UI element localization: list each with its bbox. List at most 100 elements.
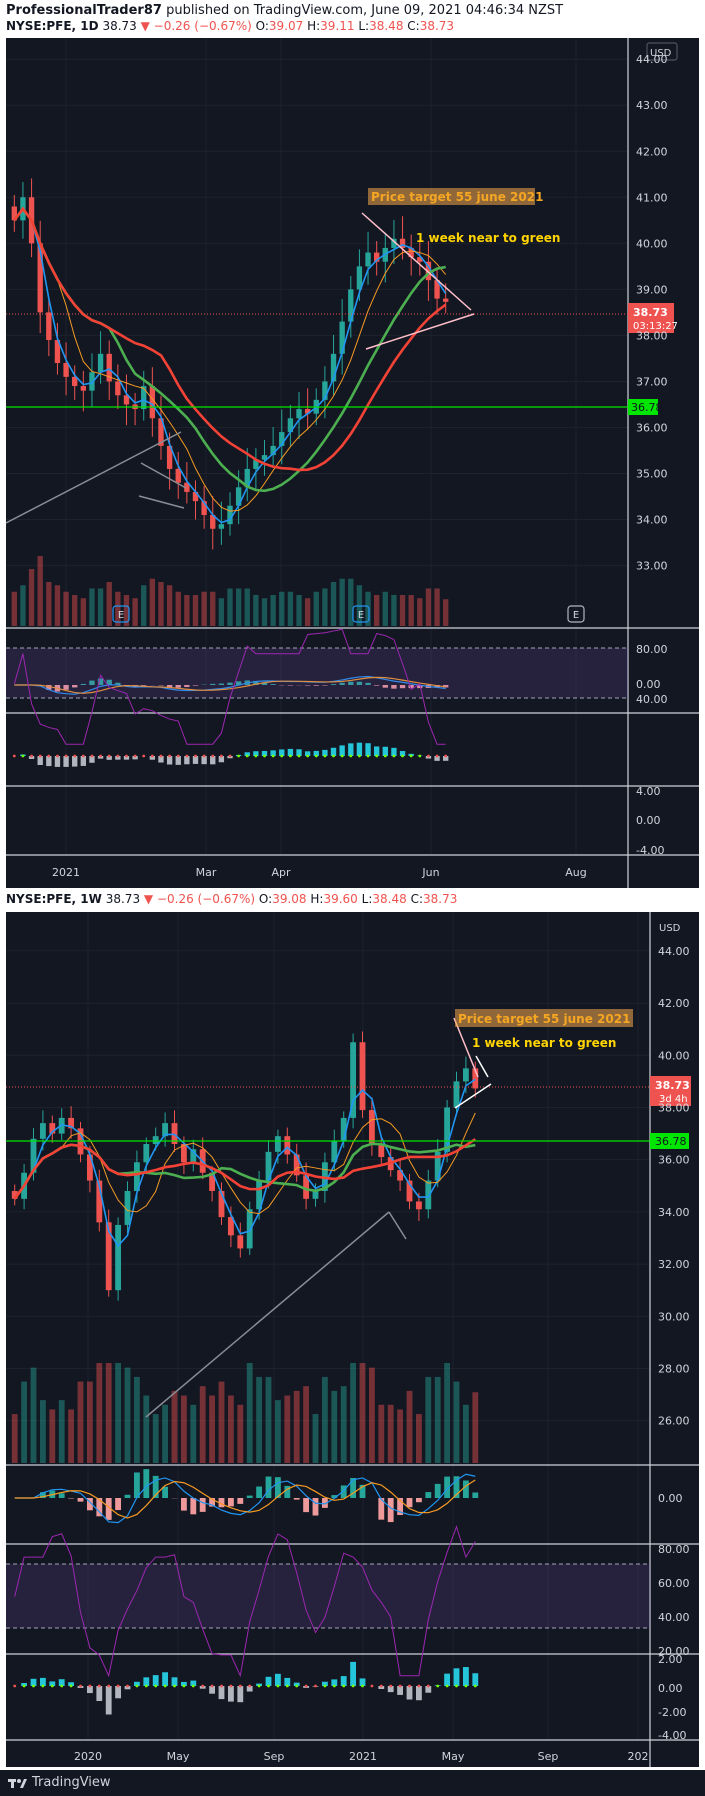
- y-tick-label: 30.00: [658, 1310, 690, 1323]
- osc-dot: [210, 1684, 214, 1688]
- osc-dot: [280, 754, 284, 758]
- osc-dot: [436, 1684, 440, 1688]
- volume-bar: [373, 595, 380, 626]
- osc-dot: [295, 1684, 299, 1688]
- volume-bar: [227, 1395, 234, 1463]
- chart1-low: 38.48: [369, 19, 404, 33]
- sub-tick-label: 80.00: [658, 1543, 690, 1556]
- macd-hist-bar: [434, 1483, 441, 1498]
- macd-hist-bar: [180, 1498, 187, 1511]
- y-tick-label: 35.00: [636, 468, 668, 481]
- volume-bar: [49, 1409, 56, 1463]
- osc-dot: [47, 754, 51, 758]
- chart2-legend: NYSE:PFE, 1W 38.73 ▼ −0.26 (−0.67%) O:39…: [6, 892, 457, 906]
- osc-dot: [116, 1684, 120, 1688]
- osc-dot: [297, 754, 301, 758]
- osc-dot: [314, 754, 318, 758]
- osc-dot: [194, 754, 197, 758]
- chart2-level-label: 36.78: [655, 1135, 687, 1148]
- macd-hist-bar: [199, 1498, 206, 1512]
- sub-tick-label: -2.00: [658, 1706, 686, 1719]
- y-tick-label: 43.00: [636, 99, 668, 112]
- macd-hist-bar: [462, 1480, 469, 1498]
- y-tick-label: 41.00: [636, 191, 668, 204]
- macd-hist-bar: [77, 1498, 84, 1502]
- osc-dot: [144, 1684, 148, 1688]
- volume-bar: [11, 591, 17, 626]
- osc-bar: [80, 756, 87, 766]
- chart1-panel[interactable]: 36.78 38.73 03:13:27 USD 44.0043.0042.00…: [6, 38, 699, 888]
- macd-hist-bar: [237, 1498, 244, 1504]
- osc-bar: [115, 1686, 122, 1699]
- sub-tick-label: 0.00: [636, 678, 661, 691]
- osc-dot: [464, 1684, 468, 1688]
- y-tick-label: 42.00: [658, 997, 690, 1010]
- footer-brand[interactable]: TradingView: [32, 1775, 111, 1790]
- chart2-c-label: C:: [410, 892, 423, 906]
- sub-tick-label: 0.00: [658, 1682, 683, 1695]
- volume-bar: [166, 585, 173, 626]
- osc-bar: [274, 1673, 281, 1686]
- osc-dot: [408, 1684, 411, 1688]
- sub-tick-label: 40.00: [658, 1611, 690, 1624]
- x-tick-label: Sep: [264, 1750, 285, 1763]
- osc-dot: [107, 1684, 111, 1688]
- candle: [152, 1136, 159, 1145]
- x-tick-label: 2020: [74, 1750, 102, 1763]
- candle: [80, 386, 87, 391]
- volume-bar: [218, 1381, 225, 1463]
- volume-bar: [106, 582, 112, 626]
- chart2-panel[interactable]: 36.78 38.73 3d 4h USD 44.0042.0040.0038.…: [6, 912, 699, 1767]
- volume-bar: [175, 591, 181, 626]
- osc-dot: [358, 754, 361, 758]
- y-tick-label: 26.00: [658, 1415, 690, 1428]
- osc-dot: [88, 1684, 92, 1688]
- macd-hist-bar: [162, 1486, 169, 1498]
- volume-bar: [171, 1390, 178, 1463]
- candle: [274, 1136, 281, 1152]
- volume-bar: [30, 1367, 37, 1463]
- volume-bar: [270, 595, 276, 626]
- x-tick-label: 2021: [52, 866, 80, 879]
- osc-dot: [418, 754, 422, 758]
- y-tick-label: 32.00: [658, 1258, 690, 1271]
- volume-bar: [453, 1381, 460, 1463]
- osc-dot: [323, 754, 327, 758]
- chart1-symbol[interactable]: NYSE:PFE, 1D: [6, 19, 99, 33]
- candle: [39, 1123, 46, 1139]
- volume-bar: [77, 1381, 84, 1463]
- chart1-note-text: 1 week near to green: [416, 231, 560, 245]
- chart1-level-label: 36.78: [631, 401, 663, 414]
- candle: [175, 468, 181, 483]
- chart1-change: ▼ −0.26 (−0.67%): [140, 19, 252, 33]
- osc-dot: [444, 754, 448, 758]
- candle: [368, 1110, 375, 1145]
- candle: [462, 1068, 469, 1082]
- volume-bar: [444, 1363, 451, 1463]
- candle: [237, 1235, 244, 1249]
- osc-dot: [254, 754, 258, 758]
- earnings-marker-label: E: [573, 610, 579, 621]
- y-tick-label: 39.00: [636, 283, 668, 296]
- osc-dot: [401, 754, 404, 758]
- chart1-target-text: Price target 55 june 2021: [371, 190, 543, 204]
- volume-bar: [417, 598, 423, 626]
- candle: [227, 505, 233, 525]
- x-tick-label: May: [167, 1750, 190, 1763]
- chart2-symbol[interactable]: NYSE:PFE, 1W: [6, 892, 102, 906]
- osc-dot: [383, 754, 387, 758]
- osc-bar: [350, 1661, 357, 1686]
- chart2-target-text: Price target 55 june 2021: [458, 1012, 630, 1026]
- x-tick-label: Mar: [196, 866, 217, 879]
- volume-bar: [20, 585, 26, 626]
- volume-bar: [265, 1376, 272, 1463]
- macd-hist-bar: [246, 1495, 253, 1498]
- volume-bar: [115, 1363, 122, 1463]
- volume-bar: [472, 1392, 479, 1463]
- publisher-name[interactable]: ProfessionalTrader87: [6, 3, 162, 18]
- sub-tick-label: -4.00: [636, 844, 664, 857]
- osc-dot: [79, 1684, 82, 1688]
- volume-bar: [322, 588, 328, 626]
- osc-dot: [191, 1684, 195, 1688]
- volume-bar: [321, 1376, 328, 1463]
